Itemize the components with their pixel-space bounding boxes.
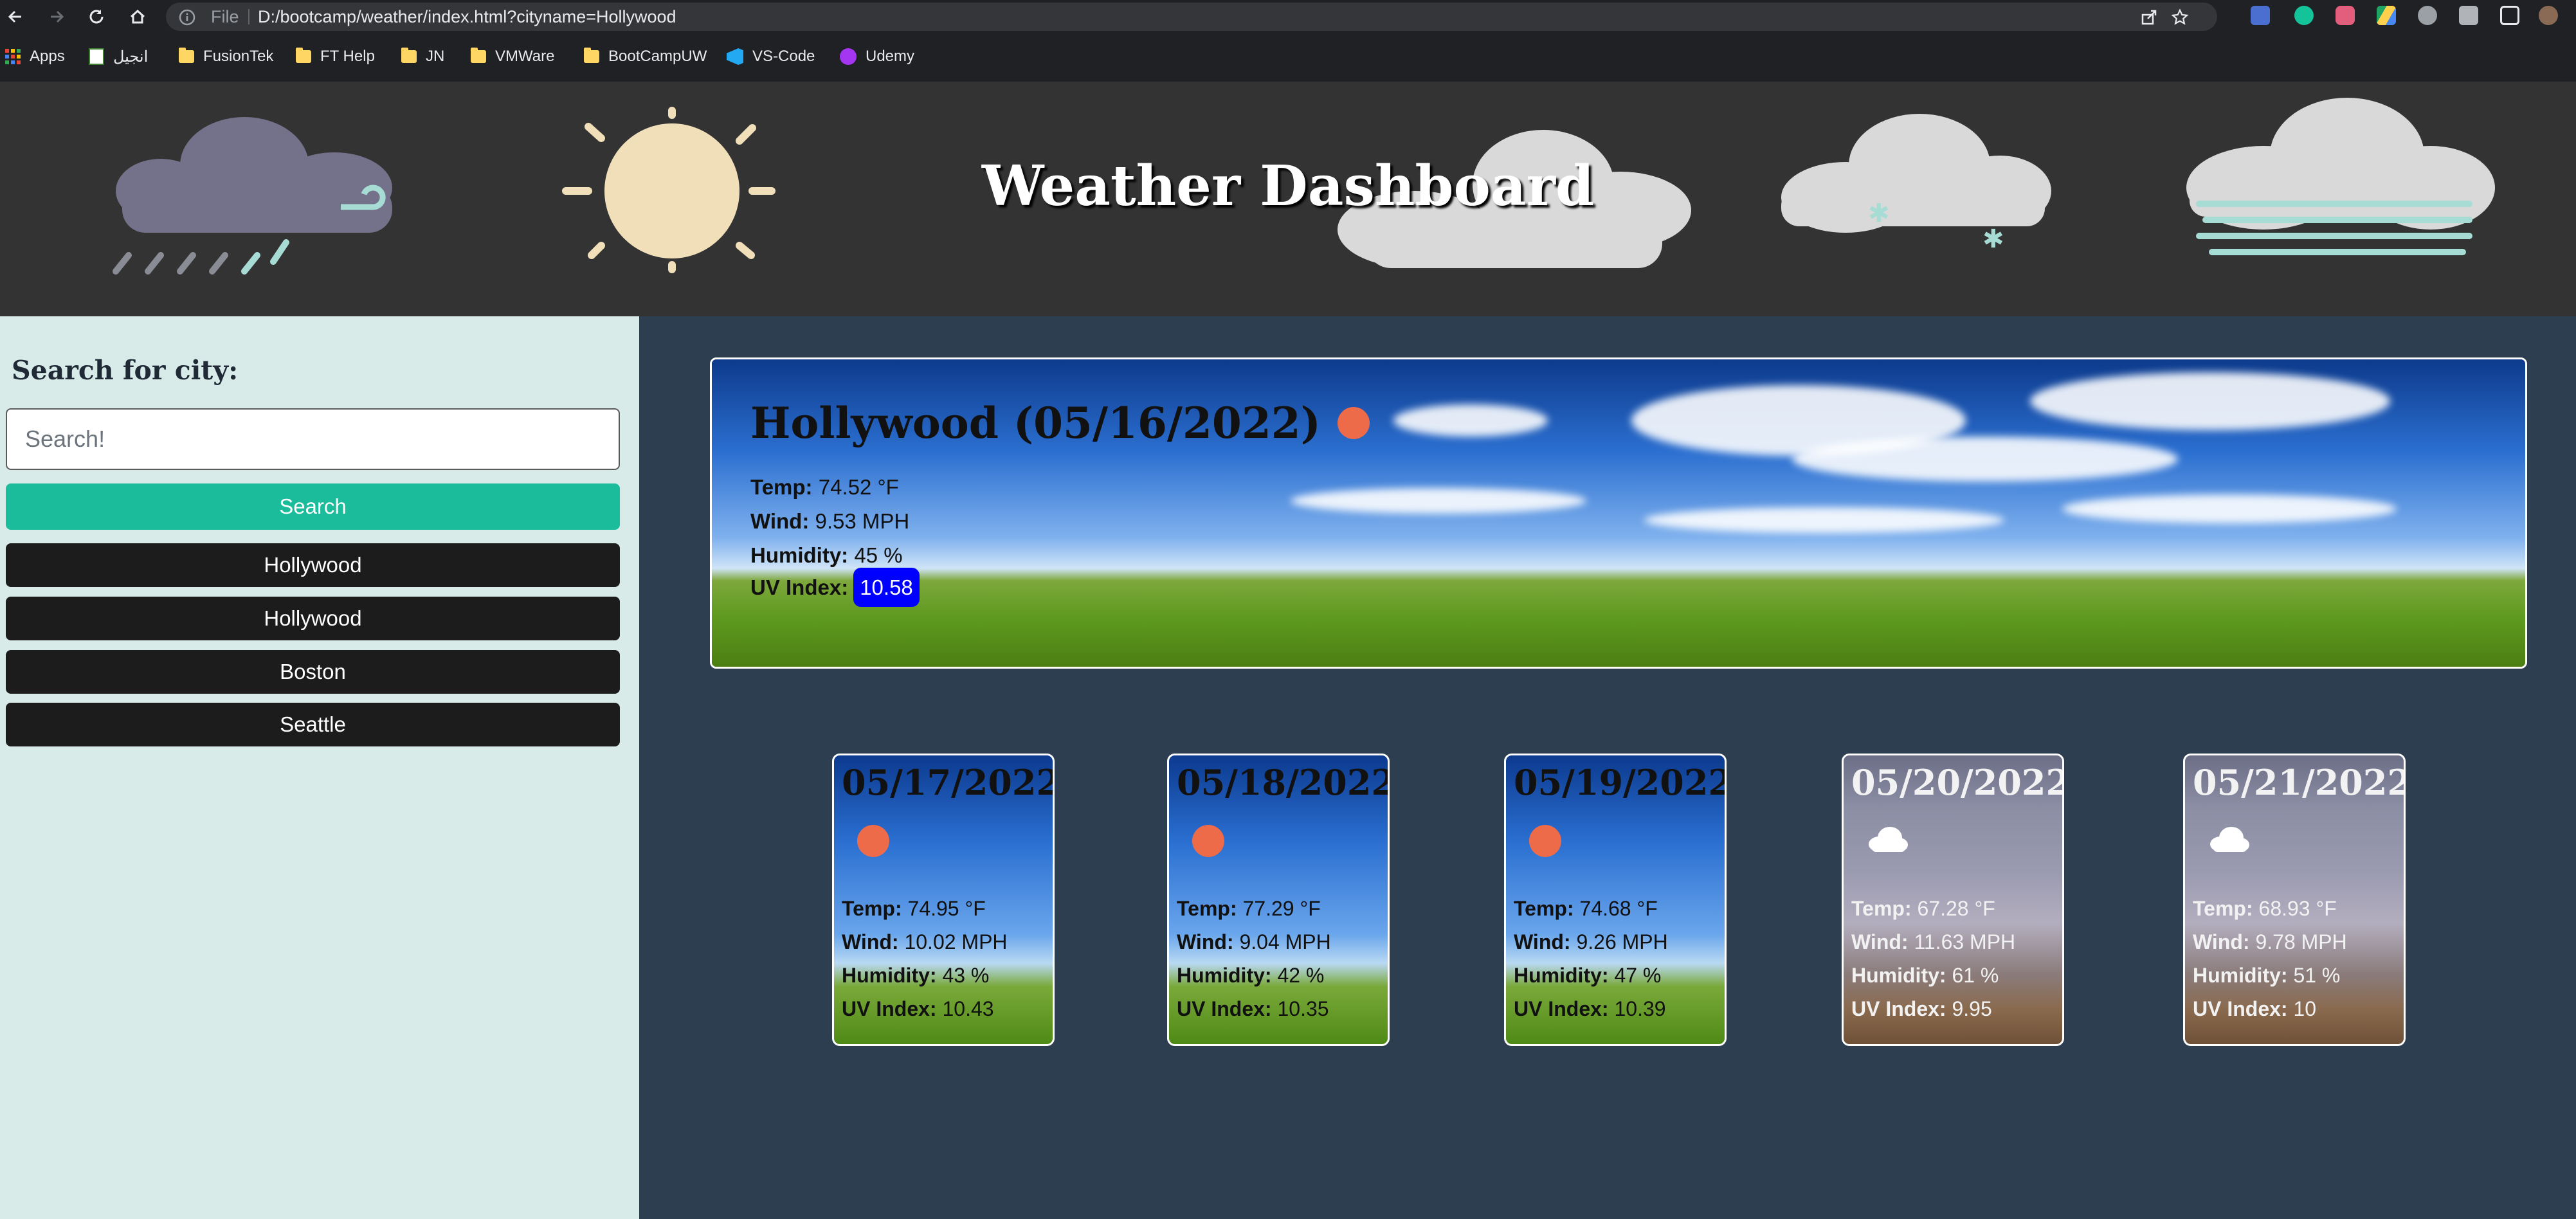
search-button[interactable]: Search xyxy=(6,483,620,530)
current-weather-card: Hollywood (05/16/2022) Temp: 74.52 °F Wi… xyxy=(710,357,2527,669)
folder-icon xyxy=(584,48,599,63)
sun-icon xyxy=(1529,825,1561,860)
bookmarks-bar: Apps انجيل FusionTek FT Help JN VMWare B… xyxy=(0,33,2576,82)
svg-text:✱: ✱ xyxy=(1982,224,2004,254)
forecast-wind: Wind: 10.02 MPH xyxy=(842,930,1008,953)
video-extension-icon[interactable] xyxy=(2336,6,2355,25)
sun-icon xyxy=(857,825,889,860)
back-icon[interactable] xyxy=(1,3,30,31)
share-icon[interactable] xyxy=(2140,8,2158,29)
file-label: File xyxy=(211,7,239,26)
sun-icon xyxy=(1192,825,1224,860)
udemy-icon xyxy=(840,48,857,65)
forecast-humidity: Humidity: 42 % xyxy=(1177,964,1325,987)
forecast-temp: Temp: 68.93 °F xyxy=(2193,897,2337,920)
divider xyxy=(248,9,249,24)
sun-icon xyxy=(1337,407,1370,439)
forecast-temp: Temp: 74.68 °F xyxy=(1514,897,1658,920)
vscode-icon xyxy=(727,48,743,65)
bookmark-apps[interactable]: Apps xyxy=(5,44,65,69)
folder-icon xyxy=(401,48,417,63)
side-panel-icon[interactable] xyxy=(2500,6,2519,25)
forecast-wind: Wind: 9.78 MPH xyxy=(2193,930,2347,953)
forecast-humidity: Humidity: 51 % xyxy=(2193,964,2341,987)
forecast-wind: Wind: 9.26 MPH xyxy=(1514,930,1668,953)
uv-index-badge: 10.58 xyxy=(853,568,920,607)
forecast-date: 05/19/2022 xyxy=(1514,762,1727,803)
search-input[interactable] xyxy=(6,408,620,470)
bookmark-ft-help[interactable]: FT Help xyxy=(296,44,375,69)
address-bar[interactable]: File D:/bootcamp/weather/index.html?city… xyxy=(166,3,2217,31)
bookmark-vmware[interactable]: VMWare xyxy=(471,44,554,69)
forecast-wind: Wind: 11.63 MPH xyxy=(1851,930,2016,953)
forecast-card: 05/17/2022 Temp: 74.95 °F Wind: 10.02 MP… xyxy=(832,754,1055,1046)
forecast-humidity: Humidity: 47 % xyxy=(1514,964,1662,987)
current-wind: Wind: 9.53 MPH xyxy=(750,509,910,533)
history-button-seattle[interactable]: Seattle xyxy=(6,703,620,746)
current-temp: Temp: 74.52 °F xyxy=(750,475,899,499)
bookmark-star-icon[interactable] xyxy=(2171,8,2189,29)
site-info-icon[interactable] xyxy=(179,9,195,28)
forecast-uv-index: UV Index: 10.43 xyxy=(842,997,994,1020)
bookmark-jn[interactable]: JN xyxy=(401,44,444,69)
bookmark-fusiontek[interactable]: FusionTek xyxy=(179,44,273,69)
forecast-temp: Temp: 67.28 °F xyxy=(1851,897,1995,920)
cloud-icon xyxy=(2208,825,2251,856)
forecast-uv-index: UV Index: 9.95 xyxy=(1851,997,1992,1020)
forward-icon[interactable] xyxy=(42,3,71,31)
reload-icon[interactable] xyxy=(82,3,111,31)
extensions-puzzle-icon[interactable] xyxy=(2459,6,2478,25)
forecast-uv-index: UV Index: 10 xyxy=(2193,997,2317,1020)
page-title: Weather Dashboard xyxy=(981,154,1595,219)
grammarly-extension-icon[interactable] xyxy=(2294,6,2314,25)
apps-grid-icon xyxy=(5,49,21,64)
forecast-card: 05/18/2022 Temp: 77.29 °F Wind: 9.04 MPH… xyxy=(1167,754,1390,1046)
search-heading: Search for city: xyxy=(12,355,239,386)
current-humidity: Humidity: 45 % xyxy=(750,543,903,567)
browser-toolbar: File D:/bootcamp/weather/index.html?city… xyxy=(0,0,2576,33)
search-sidebar: Search for city: Search Hollywood Hollyw… xyxy=(0,316,639,1219)
forecast-card: 05/19/2022 Temp: 74.68 °F Wind: 9.26 MPH… xyxy=(1504,754,1727,1046)
forecast-uv-index: UV Index: 10.35 xyxy=(1177,997,1329,1020)
translate-extension-icon[interactable] xyxy=(2251,6,2270,25)
extension-icon[interactable] xyxy=(2418,6,2437,25)
forecast-temp: Temp: 74.95 °F xyxy=(842,897,986,920)
forecast-temp: Temp: 77.29 °F xyxy=(1177,897,1321,920)
page-header: ✱ ✱ Weather Dashboard xyxy=(0,82,2576,316)
folder-icon xyxy=(296,48,311,63)
drive-extension-icon[interactable] xyxy=(2377,6,2396,25)
bookmark-bootcampuw[interactable]: BootCampUW xyxy=(584,44,707,69)
bookmark-udemy[interactable]: Udemy xyxy=(840,44,914,69)
forecast-card: 05/20/2022 Temp: 67.28 °F Wind: 11.63 MP… xyxy=(1842,754,2064,1046)
forecast-uv-index: UV Index: 10.39 xyxy=(1514,997,1666,1020)
home-icon[interactable] xyxy=(123,3,152,31)
cloud-icon xyxy=(1867,825,1909,856)
forecast-date: 05/20/2022 xyxy=(1851,762,2064,803)
forecast-date: 05/17/2022 xyxy=(842,762,1055,803)
forecast-date: 05/18/2022 xyxy=(1177,762,1390,803)
profile-avatar[interactable] xyxy=(2539,6,2558,25)
history-button-boston[interactable]: Boston xyxy=(6,650,620,694)
bookmark-vscode[interactable]: VS-Code xyxy=(727,44,815,69)
page-icon xyxy=(89,48,104,65)
history-button-hollywood[interactable]: Hollywood xyxy=(6,543,620,587)
current-uv-index: UV Index: 10.58 xyxy=(750,568,920,607)
forecast-date: 05/21/2022 xyxy=(2193,762,2406,803)
current-city-date: Hollywood (05/16/2022) xyxy=(750,398,1370,448)
forecast-wind: Wind: 9.04 MPH xyxy=(1177,930,1331,953)
forecast-humidity: Humidity: 61 % xyxy=(1851,964,1999,987)
bookmark-injil[interactable]: انجيل xyxy=(89,44,148,69)
folder-icon xyxy=(471,48,486,63)
folder-icon xyxy=(179,48,194,63)
url-text[interactable]: D:/bootcamp/weather/index.html?cityname=… xyxy=(258,3,676,31)
forecast-card: 05/21/2022 Temp: 68.93 °F Wind: 9.78 MPH… xyxy=(2183,754,2406,1046)
history-button-hollywood[interactable]: Hollywood xyxy=(6,597,620,640)
forecast-humidity: Humidity: 43 % xyxy=(842,964,990,987)
